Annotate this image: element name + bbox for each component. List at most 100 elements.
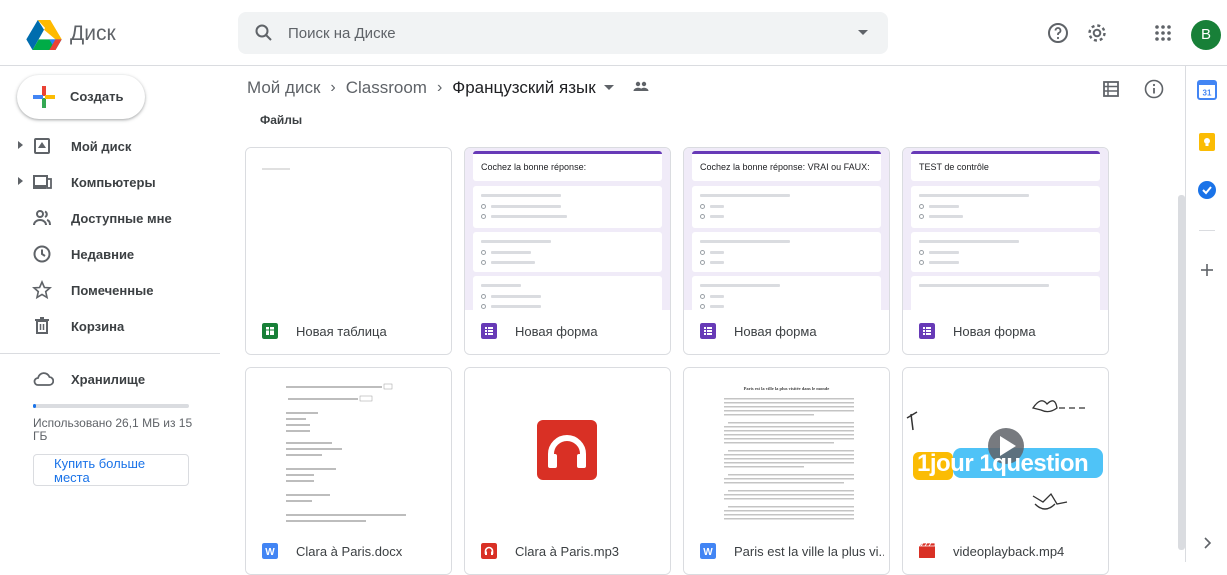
file-card-footer: Новая форма xyxy=(465,310,670,354)
expand-panel-chevron-icon[interactable] xyxy=(1201,536,1213,555)
add-addon-icon[interactable] xyxy=(1199,262,1215,283)
form-header-box: Cochez la bonne réponse: VRAI ou FAUX: xyxy=(692,151,881,181)
form-question-box xyxy=(473,186,662,228)
file-card[interactable]: Cochez la bonne réponse: Новая форма xyxy=(464,147,671,355)
form-thumbnail-title: TEST de contrôle xyxy=(919,162,989,172)
storage-used-text: Использовано 26,1 МБ из 15 ГБ xyxy=(33,416,193,443)
forms-icon xyxy=(919,323,935,339)
search-icon[interactable] xyxy=(254,23,274,48)
avatar[interactable]: B xyxy=(1191,20,1221,50)
file-card-footer: W Paris est la ville la plus vi... xyxy=(684,530,889,574)
forms-icon xyxy=(481,323,497,339)
document-preview xyxy=(286,383,406,522)
create-button-label: Создать xyxy=(70,89,124,104)
audio-file-icon xyxy=(537,420,597,480)
drive-logo-icon[interactable] xyxy=(24,20,64,50)
star-icon xyxy=(32,280,52,300)
chevron-right-icon: › xyxy=(330,78,336,96)
audio-icon xyxy=(481,543,497,559)
file-card[interactable]: 1jour 1question videoplayback.mp4 xyxy=(902,367,1109,575)
search-bar[interactable] xyxy=(238,12,888,54)
file-card[interactable]: Cochez la bonne réponse: VRAI ou FAUX: Н… xyxy=(683,147,890,355)
file-card-footer: W Clara à Paris.docx xyxy=(246,530,451,574)
help-icon[interactable] xyxy=(1046,21,1070,45)
list-view-icon[interactable] xyxy=(1101,79,1121,104)
form-thumbnail-title: Cochez la bonne réponse: xyxy=(481,162,587,172)
file-thumbnail: Cochez la bonne réponse: xyxy=(465,148,670,316)
file-card-footer: videoplayback.mp4 xyxy=(903,530,1108,574)
word-doc-icon: W xyxy=(700,543,716,559)
apps-grid-icon[interactable] xyxy=(1151,21,1175,45)
svg-text:31: 31 xyxy=(1203,89,1212,98)
file-name: Новая форма xyxy=(734,324,817,339)
sidebar-item-label: Доступные мне xyxy=(71,211,172,226)
expand-arrow-icon[interactable] xyxy=(18,177,23,185)
sidebar-item-recent[interactable]: Недавние xyxy=(0,238,220,270)
file-name: Clara à Paris.mp3 xyxy=(515,544,620,559)
keep-icon[interactable] xyxy=(1197,132,1217,157)
breadcrumb-item-my-drive[interactable]: Мой диск xyxy=(247,78,320,98)
file-card[interactable]: Paris est la ville la plus visitée dans … xyxy=(683,367,890,575)
sidebar: Создать Мой диск Компьютеры Доступные мн… xyxy=(0,66,220,562)
sidebar-item-storage[interactable]: Хранилище xyxy=(0,363,220,395)
file-card[interactable]: Clara à Paris.mp3 xyxy=(464,367,671,575)
form-header-box: Cochez la bonne réponse: xyxy=(473,151,662,181)
file-card[interactable]: W Clara à Paris.docx xyxy=(245,367,452,575)
folder-menu-dropdown-icon[interactable] xyxy=(603,85,614,91)
file-thumbnail: Paris est la ville la plus visitée dans … xyxy=(684,368,889,530)
sheets-icon xyxy=(262,323,278,339)
file-name: Новая форма xyxy=(515,324,598,339)
form-header-box: TEST de contrôle xyxy=(911,151,1100,181)
svg-text:W: W xyxy=(265,547,275,558)
sidebar-item-label: Помеченные xyxy=(71,283,154,298)
main-content: Мой диск › Classroom › Французский язык Файл… xyxy=(230,66,1175,575)
scrollbar[interactable] xyxy=(1178,195,1185,550)
side-panel: 31 xyxy=(1185,66,1227,562)
word-doc-icon: W xyxy=(262,543,278,559)
file-name: Paris est la ville la plus vi... xyxy=(734,544,884,559)
form-question-box xyxy=(911,186,1100,228)
search-input[interactable] xyxy=(288,22,808,44)
info-icon[interactable] xyxy=(1143,78,1165,105)
breadcrumb: Мой диск › Classroom › Французский язык xyxy=(247,77,650,98)
search-options-dropdown-icon[interactable] xyxy=(858,30,868,35)
file-card-footer: Новая форма xyxy=(903,310,1108,354)
svg-text:W: W xyxy=(703,547,713,558)
computer-icon xyxy=(33,175,52,189)
file-name: videoplayback.mp4 xyxy=(953,544,1065,559)
video-thumbnail-title: 1jour 1question xyxy=(917,450,1089,477)
video-icon xyxy=(919,543,935,558)
sidebar-item-label: Компьютеры xyxy=(71,175,156,190)
tasks-icon[interactable] xyxy=(1197,180,1217,205)
clock-icon xyxy=(33,245,51,263)
sidebar-item-starred[interactable]: Помеченные xyxy=(0,274,220,306)
expand-arrow-icon[interactable] xyxy=(18,141,23,149)
storage-label: Хранилище xyxy=(71,372,146,387)
file-thumbnail: Cochez la bonne réponse: VRAI ou FAUX: xyxy=(684,148,889,316)
calendar-icon[interactable]: 31 xyxy=(1197,80,1217,105)
form-thumbnail-title: Cochez la bonne réponse: VRAI ou FAUX: xyxy=(700,162,870,172)
breadcrumb-item-classroom[interactable]: Classroom xyxy=(346,78,427,98)
document-preview xyxy=(724,398,854,520)
storage-progress-bar xyxy=(33,404,189,408)
file-thumbnail xyxy=(246,148,451,310)
file-card[interactable]: Новая таблица xyxy=(245,147,452,355)
file-name: Clara à Paris.docx xyxy=(296,544,403,559)
storage-progress-fill xyxy=(33,404,37,408)
chevron-right-icon: › xyxy=(436,78,443,96)
sidebar-divider xyxy=(0,353,220,354)
sidebar-item-shared[interactable]: Доступные мне xyxy=(0,202,220,234)
file-thumbnail xyxy=(465,368,670,530)
breadcrumb-item-current[interactable]: Французский язык xyxy=(452,78,595,98)
file-card[interactable]: TEST de contrôle Новая форма xyxy=(902,147,1109,355)
create-button[interactable]: Создать xyxy=(17,75,145,119)
sidebar-item-label: Мой диск xyxy=(71,139,132,154)
settings-icon[interactable] xyxy=(1085,21,1109,45)
plus-icon xyxy=(33,86,55,108)
sidebar-item-my-drive[interactable]: Мой диск xyxy=(0,130,220,162)
buy-storage-button[interactable]: Купить больше места xyxy=(33,454,189,486)
form-question-box xyxy=(692,232,881,272)
sidebar-item-trash[interactable]: Корзина xyxy=(0,310,220,342)
form-question-box xyxy=(473,232,662,272)
sidebar-item-computers[interactable]: Компьютеры xyxy=(0,166,220,198)
